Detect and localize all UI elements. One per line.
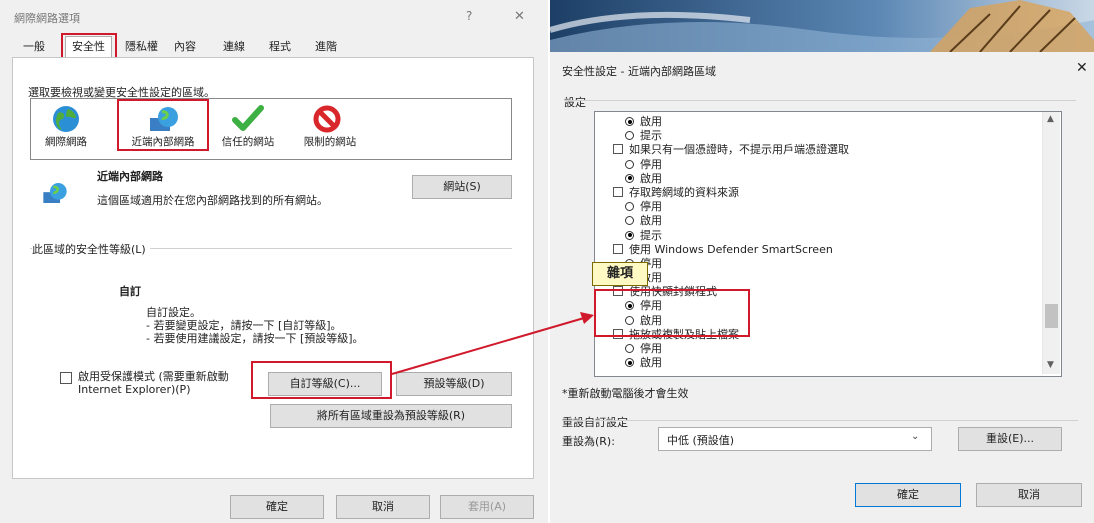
annotation-arrow bbox=[391, 312, 594, 375]
